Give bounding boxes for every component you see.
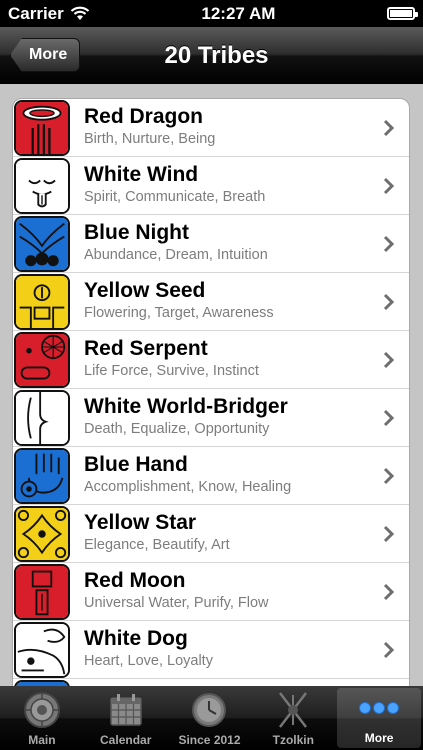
chevron-right-icon [383, 525, 395, 543]
tab-tzolkin[interactable]: Tzolkin [251, 686, 335, 750]
tribes-list-container[interactable]: Red Dragon Birth, Nurture, Being White W… [0, 84, 423, 686]
tab-label: Since 2012 [178, 733, 241, 747]
tribe-name: Red Serpent [84, 337, 208, 360]
tab-label: Tzolkin [272, 733, 314, 747]
chevron-right-icon [383, 583, 395, 601]
tab-label: Main [28, 733, 56, 747]
tribe-keywords: Accomplishment, Know, Healing [84, 479, 292, 495]
status-time: 12:27 AM [201, 3, 276, 23]
red-moon-glyph-icon [14, 564, 70, 620]
tzolkin-icon [272, 691, 314, 729]
clock-icon [188, 691, 230, 729]
navigation-bar: 20 Tribes More [0, 27, 423, 84]
tribe-keywords: Death, Equalize, Opportunity [84, 421, 270, 437]
tribe-keywords: Abundance, Dream, Intuition [84, 247, 268, 263]
tribe-keywords: Birth, Nurture, Being [84, 131, 216, 147]
tribes-list: Red Dragon Birth, Nurture, Being White W… [12, 98, 410, 686]
chevron-right-icon [383, 177, 395, 195]
white-dog-glyph-icon [14, 622, 70, 678]
tab-more[interactable]: More [337, 688, 421, 748]
tab-label: Calendar [100, 733, 152, 747]
tribe-row[interactable]: White Wind Spirit, Communicate, Breath [13, 157, 409, 215]
tab-main[interactable]: Main [0, 686, 84, 750]
chevron-right-icon [383, 293, 395, 311]
tribe-name: Blue Hand [84, 453, 188, 476]
tab-label: More [364, 731, 394, 745]
blue-night-glyph-icon [14, 216, 70, 272]
chevron-right-icon [383, 641, 395, 659]
chevron-right-icon [383, 119, 395, 137]
tab-bar: Main Calendar Since 2012 Tzolkin More [0, 686, 423, 750]
tribe-row[interactable]: Red Serpent Life Force, Survive, Instinc… [13, 331, 409, 389]
yellow-seed-glyph-icon [14, 274, 70, 330]
tribe-keywords: Heart, Love, Loyalty [84, 653, 213, 669]
battery-icon [387, 7, 418, 20]
tribe-row[interactable]: Blue Hand Accomplishment, Know, Healing [13, 447, 409, 505]
back-button[interactable]: More [10, 38, 81, 72]
tribe-row[interactable] [13, 679, 409, 686]
blue-hand-glyph-icon [14, 448, 70, 504]
tribe-row[interactable]: Yellow Star Elegance, Beautify, Art [13, 505, 409, 563]
tribe-row[interactable]: White Dog Heart, Love, Loyalty [13, 621, 409, 679]
more-dots-icon [358, 689, 400, 727]
chevron-right-icon [383, 351, 395, 369]
tribe-keywords: Universal Water, Purify, Flow [84, 595, 269, 611]
white-world-bridger-glyph-icon [14, 390, 70, 446]
tribe-row[interactable]: Red Dragon Birth, Nurture, Being [13, 99, 409, 157]
calendar-grid-icon [105, 691, 147, 729]
tribe-keywords: Life Force, Survive, Instinct [84, 363, 259, 379]
tab-since-2012[interactable]: Since 2012 [168, 686, 252, 750]
tribe-name: Yellow Star [84, 511, 197, 534]
tribe-name: Red Dragon [84, 105, 204, 128]
white-wind-glyph-icon [14, 158, 70, 214]
red-serpent-glyph-icon [14, 332, 70, 388]
tribe-name: White Wind [84, 163, 199, 186]
tribe-name: White World-Bridger [84, 395, 288, 418]
tribe-keywords: Spirit, Communicate, Breath [84, 189, 266, 205]
tribe-name: Blue Night [84, 221, 189, 244]
tribe-row[interactable]: White World-Bridger Death, Equalize, Opp… [13, 389, 409, 447]
yellow-star-glyph-icon [14, 506, 70, 562]
red-dragon-glyph-icon [14, 100, 70, 156]
tribe-row[interactable]: Red Moon Universal Water, Purify, Flow [13, 563, 409, 621]
chevron-right-icon [383, 467, 395, 485]
carrier-label: Carrier [8, 3, 64, 23]
tab-calendar[interactable]: Calendar [84, 686, 168, 750]
tribe-name: White Dog [84, 627, 188, 650]
tribe-name: Yellow Seed [84, 279, 206, 302]
tribe-row[interactable]: Blue Night Abundance, Dream, Intuition [13, 215, 409, 273]
wifi-icon [70, 6, 90, 20]
chevron-right-icon [383, 409, 395, 427]
status-bar: Carrier 12:27 AM [0, 0, 423, 27]
tribe-keywords: Elegance, Beautify, Art [84, 537, 230, 553]
chevron-right-icon [383, 235, 395, 253]
tribe-keywords: Flowering, Target, Awareness [84, 305, 274, 321]
tribe-row[interactable]: Yellow Seed Flowering, Target, Awareness [13, 273, 409, 331]
tribe-name: Red Moon [84, 569, 186, 592]
mayan-calendar-icon [21, 691, 63, 729]
